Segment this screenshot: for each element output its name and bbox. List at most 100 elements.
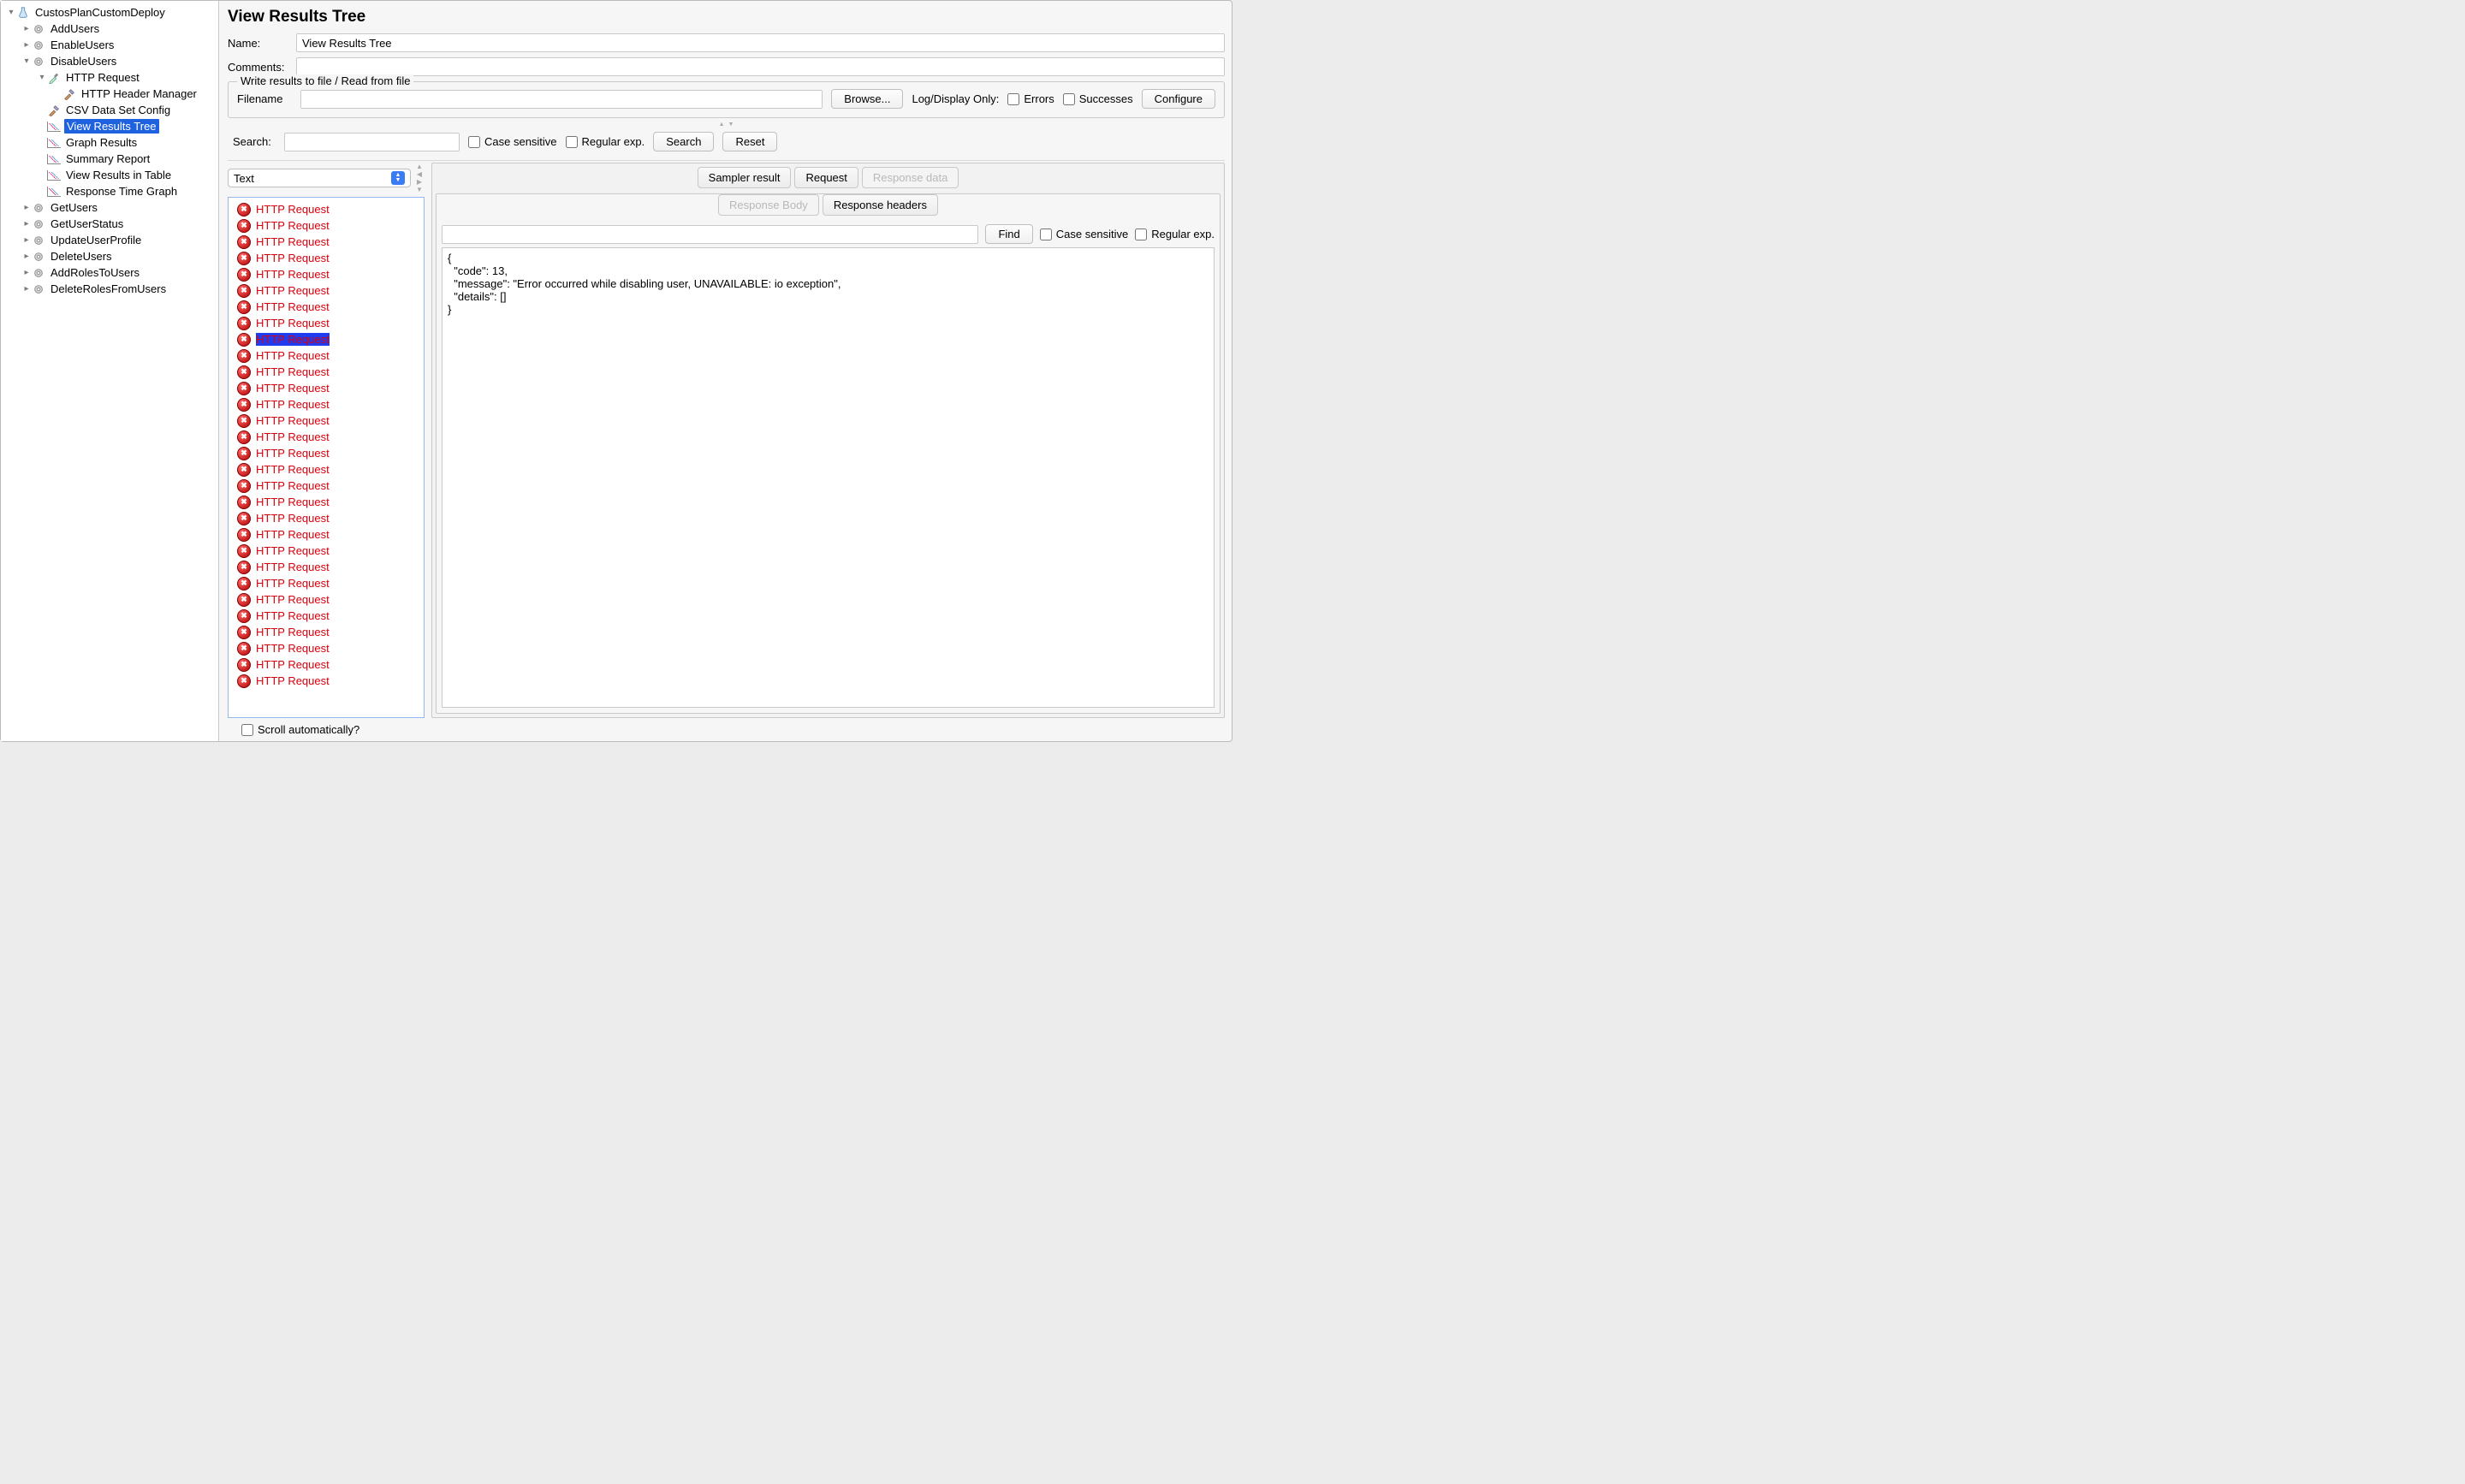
result-item[interactable]: HTTP Request <box>230 201 422 217</box>
search-case-checkbox[interactable]: Case sensitive <box>468 135 557 148</box>
chevron-right-icon[interactable]: ▸ <box>21 268 32 277</box>
result-item[interactable]: HTTP Request <box>230 234 422 250</box>
subtab-response-headers[interactable]: Response headers <box>823 194 938 216</box>
test-plan-tree[interactable]: ▾ CustosPlanCustomDeploy ▸AddUsers▸Enabl… <box>1 1 219 741</box>
chevron-down-icon[interactable]: ▾ <box>21 56 32 66</box>
result-item-label: HTTP Request <box>256 642 330 655</box>
tree-item[interactable]: ▸AddRolesToUsers <box>1 264 218 281</box>
result-item[interactable]: HTTP Request <box>230 543 422 559</box>
result-item[interactable]: HTTP Request <box>230 429 422 445</box>
tree-item[interactable]: ▸GetUserStatus <box>1 216 218 232</box>
tree-item[interactable]: View Results in Table <box>1 167 218 183</box>
chevron-right-icon[interactable]: ▸ <box>21 203 32 212</box>
chevron-right-icon[interactable]: ▸ <box>21 24 32 33</box>
tree-item[interactable]: ▸UpdateUserProfile <box>1 232 218 248</box>
tree-item[interactable]: Graph Results <box>1 134 218 151</box>
result-list[interactable]: HTTP RequestHTTP RequestHTTP RequestHTTP… <box>228 197 425 718</box>
result-item[interactable]: HTTP Request <box>230 624 422 640</box>
result-item[interactable]: HTTP Request <box>230 396 422 413</box>
chevron-right-icon[interactable]: ▸ <box>21 40 32 50</box>
find-button[interactable]: Find <box>985 224 1032 244</box>
result-item-label: HTTP Request <box>256 317 330 329</box>
chevron-down-icon[interactable]: ▾ <box>37 73 47 82</box>
errors-checkbox[interactable]: Errors <box>1007 92 1054 105</box>
result-item[interactable]: HTTP Request <box>230 331 422 347</box>
result-item[interactable]: HTTP Request <box>230 510 422 526</box>
chevron-right-icon[interactable]: ▸ <box>21 235 32 245</box>
chevron-right-icon[interactable]: ▸ <box>21 219 32 229</box>
tree-item[interactable]: ▸DeleteUsers <box>1 248 218 264</box>
split-arrows-icon[interactable]: ▲◀▶▼ <box>414 163 425 193</box>
tab-request[interactable]: Request <box>794 167 858 188</box>
tree-item[interactable]: ▸GetUsers <box>1 199 218 216</box>
tree-item[interactable]: ▾DisableUsers <box>1 53 218 69</box>
tree-item[interactable]: ▸EnableUsers <box>1 37 218 53</box>
subtab-response-body[interactable]: Response Body <box>718 194 819 216</box>
filename-input[interactable] <box>300 90 823 109</box>
result-item[interactable]: HTTP Request <box>230 591 422 608</box>
name-input[interactable] <box>296 33 1225 52</box>
successes-checkbox[interactable]: Successes <box>1063 92 1133 105</box>
result-item[interactable]: HTTP Request <box>230 559 422 575</box>
name-label: Name: <box>228 37 289 50</box>
tab-sampler-result[interactable]: Sampler result <box>698 167 792 188</box>
search-button[interactable]: Search <box>653 132 714 151</box>
tree-item-label: View Results Tree <box>64 119 159 134</box>
result-item[interactable]: HTTP Request <box>230 250 422 266</box>
result-item-label: HTTP Request <box>256 544 330 557</box>
result-item[interactable]: HTTP Request <box>230 347 422 364</box>
result-item[interactable]: HTTP Request <box>230 608 422 624</box>
tree-item[interactable]: ▸AddUsers <box>1 21 218 37</box>
error-icon <box>237 544 251 558</box>
configure-button[interactable]: Configure <box>1142 89 1215 109</box>
tree-item[interactable]: CSV Data Set Config <box>1 102 218 118</box>
find-input[interactable] <box>442 225 978 244</box>
result-item[interactable]: HTTP Request <box>230 217 422 234</box>
result-item[interactable]: HTTP Request <box>230 364 422 380</box>
reset-button[interactable]: Reset <box>722 132 777 151</box>
result-item-label: HTTP Request <box>256 463 330 476</box>
result-item[interactable]: HTTP Request <box>230 282 422 299</box>
result-item-label: HTTP Request <box>256 479 330 492</box>
result-item[interactable]: HTTP Request <box>230 640 422 656</box>
tree-item[interactable]: ▾HTTP Request <box>1 69 218 86</box>
result-item[interactable]: HTTP Request <box>230 315 422 331</box>
chevron-right-icon[interactable]: ▸ <box>21 284 32 294</box>
scroll-auto-checkbox[interactable]: Scroll automatically? <box>241 723 359 736</box>
result-item-label: HTTP Request <box>256 203 330 216</box>
tab-response-data[interactable]: Response data <box>862 167 959 188</box>
result-item[interactable]: HTTP Request <box>230 575 422 591</box>
result-item[interactable]: HTTP Request <box>230 413 422 429</box>
chevron-right-icon[interactable]: ▸ <box>21 252 32 261</box>
result-item[interactable]: HTTP Request <box>230 380 422 396</box>
error-icon <box>237 496 251 509</box>
renderer-select[interactable]: Text ▲▼ <box>228 169 411 187</box>
browse-button[interactable]: Browse... <box>831 89 903 109</box>
tree-item[interactable]: Summary Report <box>1 151 218 167</box>
find-regex-checkbox[interactable]: Regular exp. <box>1135 228 1215 240</box>
chevron-down-icon[interactable]: ▾ <box>6 8 16 17</box>
tree-item[interactable]: Response Time Graph <box>1 183 218 199</box>
result-item[interactable]: HTTP Request <box>230 266 422 282</box>
tree-item[interactable]: HTTP Header Manager <box>1 86 218 102</box>
comments-input[interactable] <box>296 57 1225 76</box>
result-item[interactable]: HTTP Request <box>230 299 422 315</box>
gear-icon <box>32 217 45 231</box>
find-case-checkbox[interactable]: Case sensitive <box>1040 228 1129 240</box>
tree-item[interactable]: ▸DeleteRolesFromUsers <box>1 281 218 297</box>
result-item[interactable]: HTTP Request <box>230 478 422 494</box>
result-item[interactable]: HTTP Request <box>230 673 422 689</box>
result-item[interactable]: HTTP Request <box>230 526 422 543</box>
tree-root[interactable]: ▾ CustosPlanCustomDeploy <box>1 4 218 21</box>
tree-item[interactable]: View Results Tree <box>1 118 218 134</box>
graph-icon <box>47 185 61 199</box>
result-item[interactable]: HTTP Request <box>230 656 422 673</box>
result-item[interactable]: HTTP Request <box>230 445 422 461</box>
search-regex-checkbox[interactable]: Regular exp. <box>566 135 645 148</box>
search-input[interactable] <box>284 133 460 151</box>
error-icon <box>237 284 251 298</box>
response-body-text[interactable]: { "code": 13, "message": "Error occurred… <box>442 247 1215 708</box>
error-icon <box>237 561 251 574</box>
result-item[interactable]: HTTP Request <box>230 494 422 510</box>
result-item[interactable]: HTTP Request <box>230 461 422 478</box>
